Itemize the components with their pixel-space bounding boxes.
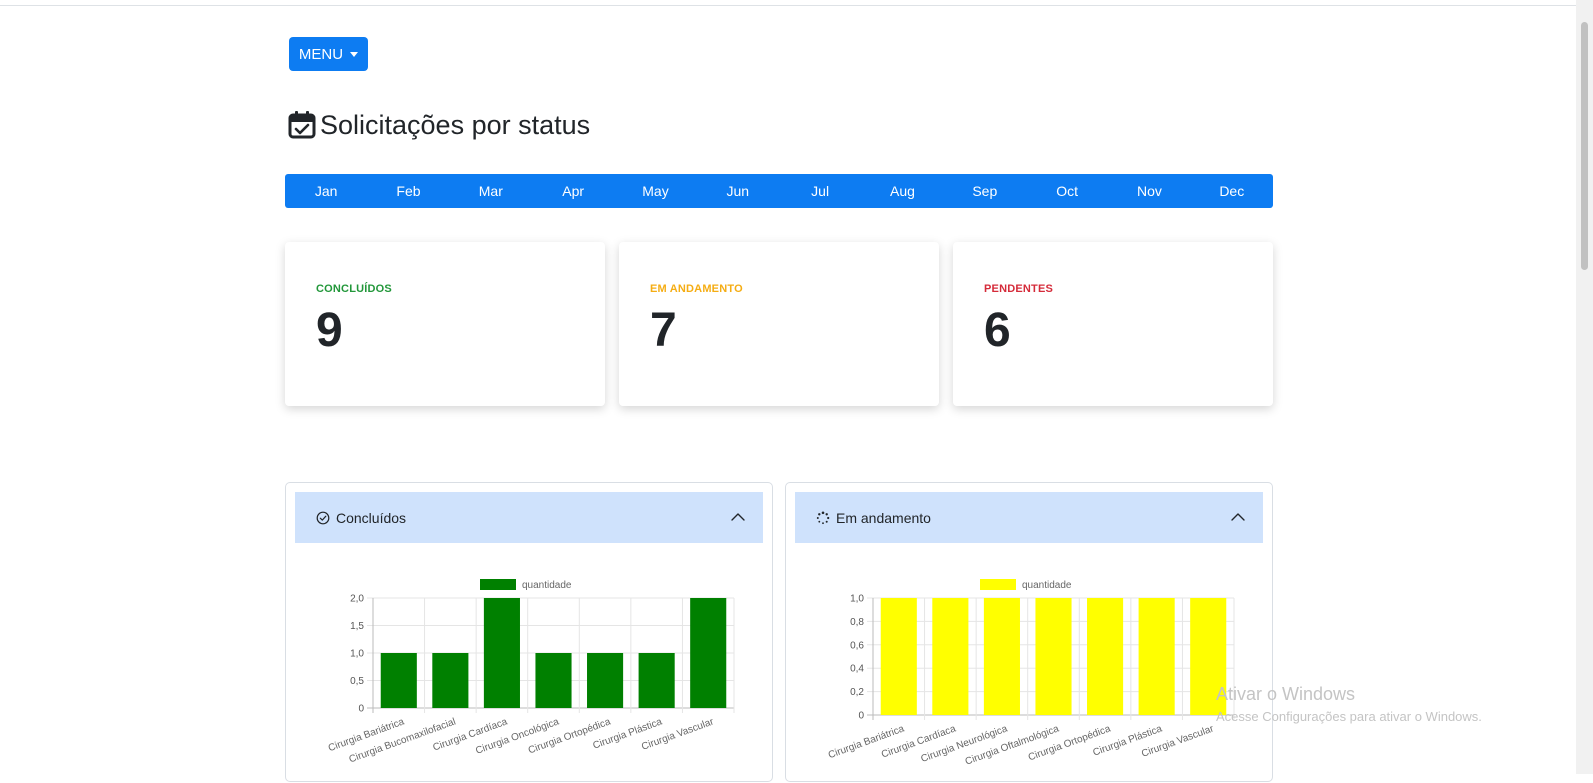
y-tick-label: 0 [858, 711, 864, 722]
stat-label: PENDENTES [984, 283, 1054, 295]
panel-title: Concluídos [336, 509, 407, 526]
stat-label: CONCLUÍDOS [316, 283, 392, 295]
bar [1138, 598, 1175, 715]
panel-concluidos: Concluídos quantidade 0 0,5 1,0 1,5 2,0 Cirurg… [285, 482, 773, 782]
month-tab[interactable]: Apr [532, 174, 614, 208]
month-tab[interactable]: May [614, 174, 696, 208]
bar [932, 598, 969, 715]
month-tab[interactable]: Oct [1026, 174, 1108, 208]
bar [587, 653, 624, 708]
month-tab[interactable]: Nov [1108, 174, 1190, 208]
watermark-title: Ativar o Windows [1216, 684, 1356, 704]
y-tick-label: 2,0 [350, 594, 364, 605]
y-tick-label: 0,8 [850, 617, 864, 628]
bar [1087, 598, 1124, 715]
stat-label: EM ANDAMENTO [650, 283, 743, 295]
y-tick-label: 0,5 [350, 676, 364, 687]
month-tab[interactable]: Sep [944, 174, 1026, 208]
spinner-icon [816, 511, 830, 524]
month-tab[interactable]: Mar [450, 174, 532, 208]
accordion-header-em-andamento[interactable]: Em andamento [795, 492, 1263, 543]
y-tick-label: 1,0 [850, 594, 864, 605]
menu-label: MENU [298, 45, 344, 63]
page-title: Solicitações por status [287, 108, 590, 142]
top-border [0, 0, 1593, 6]
month-tab[interactable]: Jan [285, 174, 367, 208]
bar [1035, 598, 1072, 715]
stat-value: 7 [650, 304, 677, 357]
legend-swatch [980, 579, 1016, 590]
y-tick-label: 0,6 [850, 640, 864, 651]
caret-down-icon [350, 52, 359, 57]
calendar-check-icon [288, 111, 316, 139]
month-tab[interactable]: Aug [861, 174, 943, 208]
y-tick-label: 1,5 [350, 621, 364, 632]
stat-card-pendentes: PENDENTES 6 [953, 242, 1273, 406]
y-tick-label: 0,2 [850, 687, 864, 698]
month-tab[interactable]: Dec [1191, 174, 1273, 208]
month-tab[interactable]: Jun [697, 174, 779, 208]
scrollbar[interactable] [1576, 0, 1593, 774]
legend-label: quantidade [522, 580, 572, 591]
watermark-subtitle: Acesse Configurações para ativar o Windo… [1216, 709, 1482, 724]
y-tick-label: 1,0 [350, 649, 364, 660]
menu-button[interactable]: MENU [289, 37, 368, 71]
stat-value: 6 [984, 304, 1011, 357]
bar [483, 598, 520, 708]
y-tick-label: 0,4 [850, 664, 864, 675]
check-circle-icon [316, 511, 330, 524]
accordion-header-concluidos[interactable]: Concluídos [295, 492, 763, 543]
scrollbar-thumb[interactable] [1581, 22, 1588, 270]
month-tabs: Jan Feb Mar Apr May Jun Jul Aug Sep Oct … [285, 174, 1273, 208]
bar [983, 598, 1020, 715]
stat-card-concluidos: CONCLUÍDOS 9 [285, 242, 605, 406]
panel-em-andamento: Em andamento quantidade 0 0,2 0,4 0,6 0,8 1,0 C… [785, 482, 1273, 782]
stat-card-em-andamento: EM ANDAMENTO 7 [619, 242, 939, 406]
legend-label: quantidade [1022, 580, 1072, 591]
bar [432, 653, 469, 708]
legend-swatch [480, 579, 516, 590]
bar-chart-em-andamento: quantidade00,20,40,60,81,0Cirurgia Bariá… [827, 579, 1235, 768]
activation-watermark: Ativar o Windows Acesse Configurações pa… [1216, 684, 1482, 724]
chevron-up-icon[interactable] [730, 509, 746, 525]
bar-chart-concluidos: quantidade00,51,01,52,0Cirurgia Bariátri… [327, 579, 735, 765]
bar [638, 653, 675, 708]
bar [880, 598, 917, 715]
page-title-text: Solicitações por status [320, 109, 591, 140]
y-tick-label: 0 [358, 704, 364, 715]
bar [690, 598, 727, 708]
panel-title: Em andamento [836, 509, 931, 526]
bar [535, 653, 572, 708]
stat-value: 9 [316, 304, 343, 357]
month-tab[interactable]: Jul [779, 174, 861, 208]
chevron-up-icon[interactable] [1230, 509, 1246, 525]
bar [380, 653, 417, 708]
month-tab[interactable]: Feb [367, 174, 449, 208]
